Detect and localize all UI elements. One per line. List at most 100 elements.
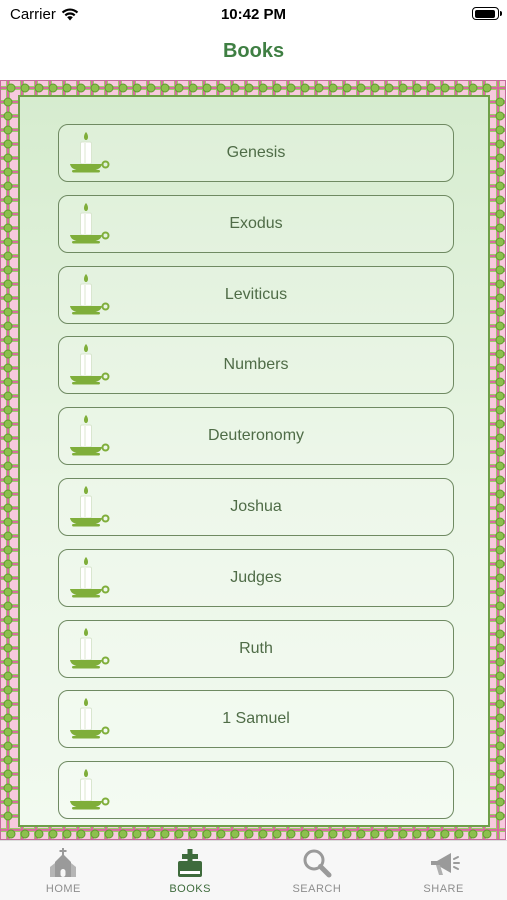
page-title: Books xyxy=(222,40,285,62)
frame-bead xyxy=(342,83,352,93)
book-item[interactable]: Ruth xyxy=(58,619,454,678)
frame-bead xyxy=(495,419,505,429)
frame-bead xyxy=(398,829,408,839)
frame-bead xyxy=(370,829,380,839)
frame-bead xyxy=(495,307,505,317)
frame-bead xyxy=(440,829,450,839)
frame-bead xyxy=(3,363,13,373)
church-icon xyxy=(50,848,77,877)
frame-bead xyxy=(356,83,366,93)
frame-bead xyxy=(495,671,505,681)
decorative-frame: Genesis Exodus Leviticus Numbers Deuteronomy… xyxy=(0,80,506,840)
frame-bead xyxy=(3,377,13,387)
book-item[interactable]: Exodus xyxy=(58,194,454,253)
book-item[interactable]: Leviticus xyxy=(58,265,454,324)
frame-bead xyxy=(314,829,324,839)
frame-bead xyxy=(90,829,100,839)
frame-bead xyxy=(314,83,324,93)
frame-bead xyxy=(286,829,296,839)
tab-books[interactable]: BOOKS xyxy=(127,841,254,900)
frame-bead xyxy=(3,601,13,611)
frame-bead xyxy=(3,349,13,359)
frame-bead xyxy=(3,461,13,471)
frame-bead xyxy=(3,643,13,653)
frame-bead xyxy=(188,83,198,93)
frame-bead xyxy=(216,83,226,93)
frame-bead xyxy=(495,755,505,765)
frame-bead xyxy=(495,461,505,471)
tab-share[interactable]: SHARE xyxy=(380,841,507,900)
frame-bead xyxy=(202,83,212,93)
bible-icon xyxy=(178,849,203,877)
frame-bead xyxy=(90,83,100,93)
frame-bead xyxy=(34,83,44,93)
frame-bead xyxy=(3,657,13,667)
tab-share-label: SHARE xyxy=(423,883,464,895)
book-item[interactable]: Deuteronomy xyxy=(58,407,454,466)
tab-bar: HOME BOOKS SEARCH SHARE xyxy=(0,840,507,900)
frame-bead xyxy=(454,829,464,839)
frame-bead xyxy=(3,237,13,247)
frame-bead xyxy=(454,83,464,93)
frame-bead xyxy=(495,545,505,555)
tab-books-label: BOOKS xyxy=(169,883,211,895)
frame-bead xyxy=(3,181,13,191)
frame-bead xyxy=(398,83,408,93)
frame-bead xyxy=(3,433,13,443)
frame-bead xyxy=(495,363,505,373)
frame-bead xyxy=(160,829,170,839)
book-item[interactable]: 1 Samuel xyxy=(58,690,454,749)
frame-bead xyxy=(3,615,13,625)
frame-bead xyxy=(300,83,310,93)
frame-bead xyxy=(495,713,505,723)
book-item[interactable]: Joshua xyxy=(58,478,454,536)
frame-bead xyxy=(328,83,338,93)
frame-bead xyxy=(3,97,13,107)
frame-bead xyxy=(495,685,505,695)
frame-bead xyxy=(3,755,13,765)
frame-bead xyxy=(244,83,254,93)
book-label: Leviticus xyxy=(224,285,288,303)
frame-bead xyxy=(495,125,505,135)
frame-bead xyxy=(495,727,505,737)
book-label: Exodus xyxy=(229,214,283,232)
frame-bead xyxy=(495,531,505,541)
book-item[interactable]: Judges xyxy=(58,548,454,607)
frame-bead xyxy=(244,829,254,839)
frame-bead xyxy=(426,83,436,93)
book-label: Ruth xyxy=(239,639,273,657)
book-label xyxy=(59,762,453,818)
tab-search[interactable]: SEARCH xyxy=(254,841,381,900)
frame-bead xyxy=(3,671,13,681)
frame-bead xyxy=(495,517,505,527)
frame-bead xyxy=(300,829,310,839)
frame-bead xyxy=(495,783,505,793)
book-item[interactable]: Genesis xyxy=(58,124,454,182)
frame-bead xyxy=(495,657,505,667)
frame-bead xyxy=(3,335,13,345)
book-label: Numbers xyxy=(223,356,289,374)
book-item[interactable]: Numbers xyxy=(58,336,454,395)
frame-bead xyxy=(426,829,436,839)
frame-bead xyxy=(3,783,13,793)
book-label: 1 Samuel xyxy=(222,710,290,728)
frame-bead xyxy=(328,829,338,839)
frame-bead xyxy=(3,153,13,163)
frame-bead xyxy=(3,293,13,303)
frame-bead xyxy=(495,111,505,121)
frame-bead xyxy=(3,279,13,289)
battery-icon xyxy=(472,7,502,20)
frame-bead xyxy=(62,829,72,839)
tab-home[interactable]: HOME xyxy=(0,841,127,900)
frame-bead xyxy=(3,685,13,695)
frame-bead xyxy=(3,797,13,807)
frame-bead xyxy=(118,83,128,93)
frame-bead xyxy=(3,587,13,597)
frame-bead xyxy=(3,167,13,177)
frame-bead xyxy=(62,83,72,93)
frame-bead xyxy=(495,699,505,709)
frame-bead xyxy=(495,293,505,303)
frame-bead xyxy=(495,489,505,499)
book-item[interactable] xyxy=(58,761,454,820)
frame-bead xyxy=(272,829,282,839)
